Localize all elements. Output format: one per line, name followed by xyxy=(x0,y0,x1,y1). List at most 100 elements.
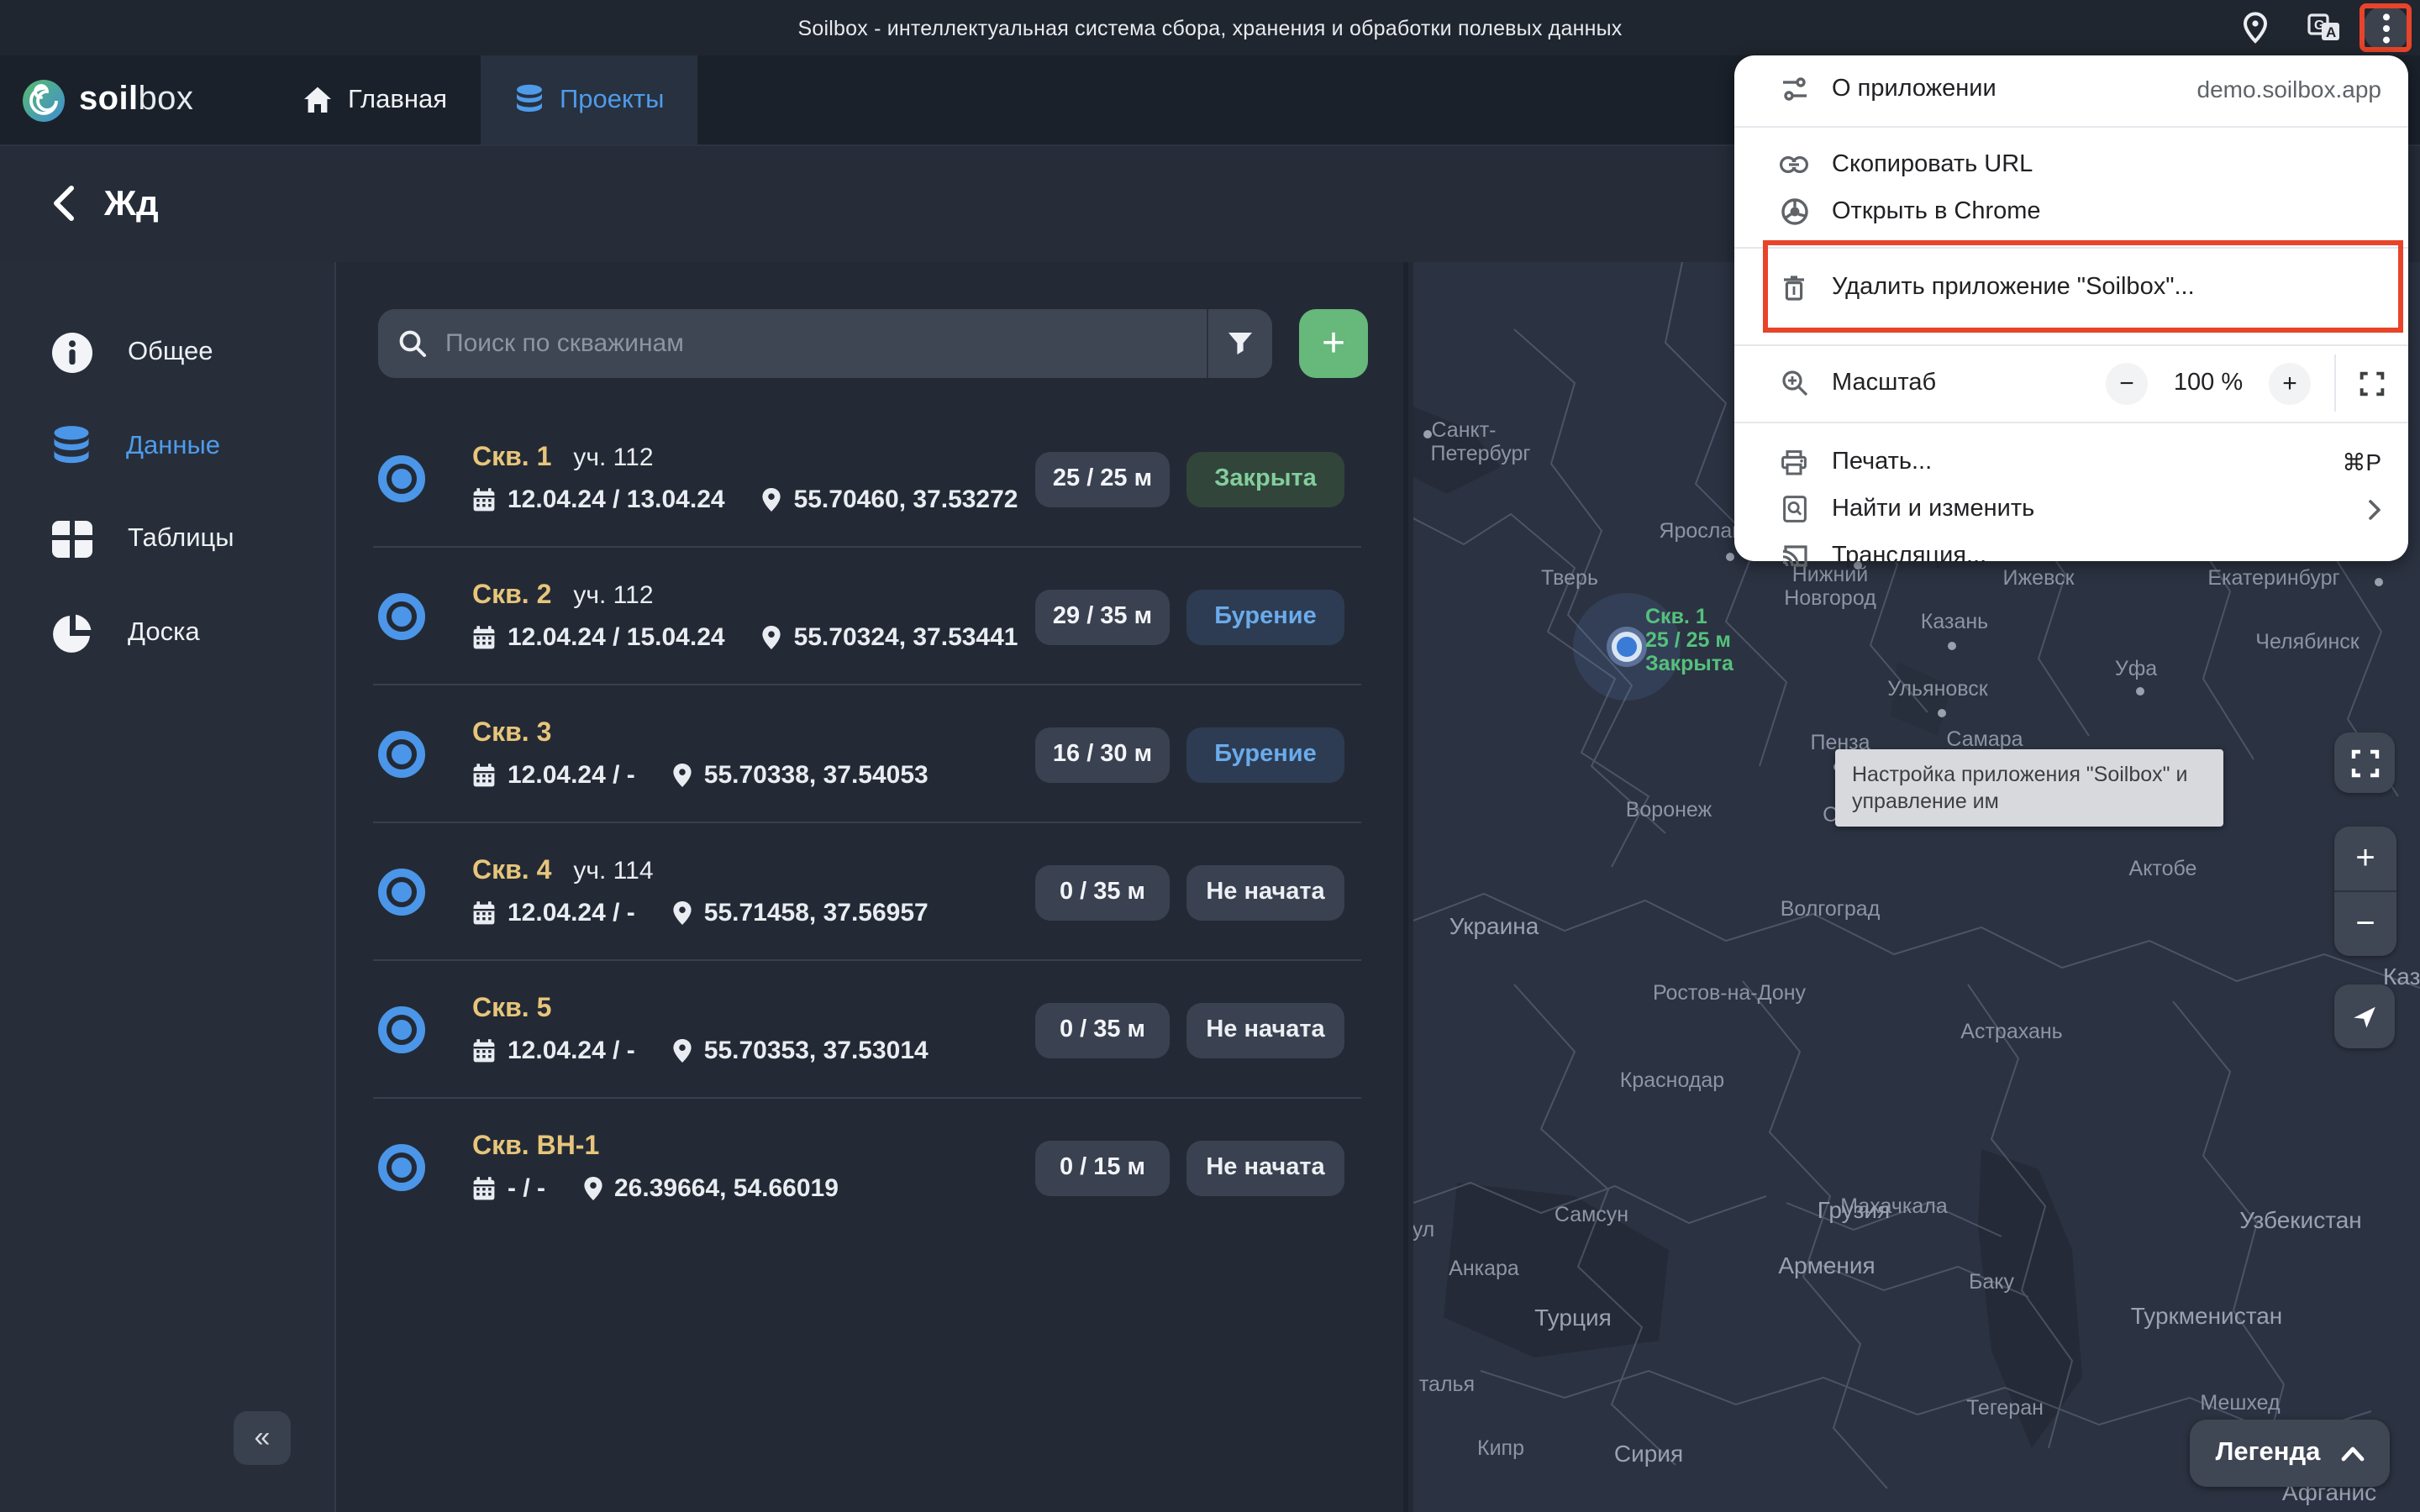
filter-button[interactable] xyxy=(1207,309,1272,378)
menu-item-about-app[interactable]: О приложении demo.soilbox.app xyxy=(1734,66,2408,113)
sidebar-item-data[interactable]: Данные xyxy=(0,408,334,486)
database-icon xyxy=(54,426,89,464)
nav-projects[interactable]: Проекты xyxy=(481,55,698,144)
menu-divider xyxy=(1734,422,2408,423)
well-row-Скв. 3[interactable]: Скв. 3 12.04.24 / - 55.70338, 37.54053 16 /… xyxy=(373,685,1361,823)
map-label-Каза: Каза xyxy=(2383,963,2420,990)
app-window: Soilbox - интеллектуальная система сбора… xyxy=(0,0,2420,1512)
map-label-Санкт-: Санкт- xyxy=(1431,418,1497,442)
map-city-dot xyxy=(1948,642,1956,650)
print-shortcut: ⌘P xyxy=(2342,448,2381,475)
well-row-Скв. 5[interactable]: Скв. 5 12.04.24 / - 55.70353, 37.53014 0 / … xyxy=(373,961,1361,1099)
location-pin-icon xyxy=(673,764,692,787)
home-icon xyxy=(304,87,331,113)
window-title: Soilbox - интеллектуальная система сбора… xyxy=(797,16,1623,39)
fullscreen-icon xyxy=(2350,748,2379,777)
map-locate-button[interactable] xyxy=(2334,984,2395,1048)
add-well-button[interactable]: + xyxy=(1299,309,1368,378)
map-label-талья: талья xyxy=(1418,1373,1476,1396)
sidebar-item-tables[interactable]: Таблицы xyxy=(0,501,334,578)
well-name: Скв. 5 xyxy=(472,995,552,1023)
map-zoom-out-button[interactable]: − xyxy=(2334,892,2396,956)
database-icon xyxy=(517,84,542,112)
map-label-Актобе: Актобе xyxy=(2128,857,2197,880)
map-legend-button[interactable]: Легенда xyxy=(2190,1420,2390,1487)
find-document-icon xyxy=(1780,496,1808,522)
submenu-chevron-icon xyxy=(2368,498,2381,520)
well-coords: 55.70338, 37.54053 xyxy=(703,761,929,790)
map-label-Воронеж: Воронеж xyxy=(1625,798,1712,822)
well-dates: 12.04.24 / - xyxy=(508,761,635,790)
well-name: Скв. 4 xyxy=(472,857,552,885)
link-icon xyxy=(1780,156,1808,173)
cast-icon xyxy=(1780,544,1808,568)
map-label-Уфа: Уфа xyxy=(2114,657,2158,680)
menu-item-print[interactable]: Печать... ⌘P xyxy=(1734,438,2408,486)
sidebar-item-general[interactable]: Общее xyxy=(0,314,334,391)
table-icon xyxy=(52,521,92,558)
well-meters-badge: 25 / 25 м xyxy=(1035,451,1170,507)
map-label-Волгоград: Волгоград xyxy=(1780,897,1881,921)
well-marker-icon xyxy=(378,455,425,502)
well-dates: 12.04.24 / 13.04.24 xyxy=(508,486,725,514)
well-meters-badge: 29 / 35 м xyxy=(1035,589,1170,644)
chrome-app-menu: О приложении demo.soilbox.app Скопироват… xyxy=(1734,55,2408,570)
translate-icon[interactable]: G A xyxy=(2302,0,2346,55)
map-label-Туркменистан: Туркменистан xyxy=(2130,1302,2283,1329)
well-site: уч. 112 xyxy=(573,444,654,472)
search-input[interactable] xyxy=(445,329,1207,358)
nav-home[interactable]: Главная xyxy=(269,55,481,144)
well-site: уч. 112 xyxy=(573,581,654,610)
well-marker-icon xyxy=(378,1006,425,1053)
funnel-icon xyxy=(1228,333,1252,354)
info-icon xyxy=(52,333,92,373)
well-row-Скв. 2[interactable]: Скв. 2 уч. 112 12.04.24 / 15.04.24 55.70324… xyxy=(373,548,1361,685)
well-meters-badge: 16 / 30 м xyxy=(1035,727,1170,782)
menu-item-copy-url[interactable]: Скопировать URL xyxy=(1734,141,2408,188)
menu-item-open-in-chrome[interactable]: Открыть в Chrome xyxy=(1734,188,2408,235)
map-city-dot xyxy=(2136,687,2144,696)
wells-panel: + Скв. 1 уч. 112 12.04.24 / 13.04.24 55.704… xyxy=(336,262,1408,1512)
map-label-Баку: Баку xyxy=(1968,1270,2015,1294)
menu-item-cast[interactable]: Трансляция... xyxy=(1734,533,2408,580)
calendar-icon xyxy=(473,901,495,925)
map-marker-well1[interactable] xyxy=(1612,632,1642,662)
map-label-Казань: Казань xyxy=(1920,610,1989,633)
well-marker-icon xyxy=(378,731,425,778)
sidebar-item-board[interactable]: Доска xyxy=(0,595,334,672)
sidebar-collapse-button[interactable]: « xyxy=(234,1411,291,1465)
well-status-badge: Бурение xyxy=(1186,589,1344,644)
zoom-magnifier-icon xyxy=(1780,370,1808,396)
well-coords: 55.70324, 37.53441 xyxy=(793,623,1018,652)
well-status-badge: Закрыта xyxy=(1186,451,1344,507)
well-site: уч. 114 xyxy=(573,857,654,885)
soilbox-logo-icon xyxy=(23,79,65,121)
back-button[interactable] xyxy=(40,180,87,227)
calendar-icon xyxy=(473,764,495,787)
page-title: Жд xyxy=(104,184,159,223)
map-label-Новгород: Новгород xyxy=(1784,586,1876,610)
location-pin-icon[interactable] xyxy=(2235,0,2275,55)
map-label-Грузия: Грузия xyxy=(1817,1196,1891,1223)
map-fullscreen-button[interactable] xyxy=(2334,732,2395,793)
browser-fullscreen-button[interactable] xyxy=(2360,370,2385,396)
map-label-Челябинск: Челябинск xyxy=(2255,630,2360,654)
zoom-in-button[interactable]: + xyxy=(2269,362,2311,404)
well-coords: 55.70460, 37.53272 xyxy=(793,486,1018,514)
location-pin-icon xyxy=(583,1177,602,1200)
well-meters-badge: 0 / 35 м xyxy=(1035,864,1170,920)
zoom-out-button[interactable]: − xyxy=(2106,362,2148,404)
printer-icon xyxy=(1780,449,1808,475)
well-row-Скв. 4[interactable]: Скв. 4 уч. 114 12.04.24 / - 55.71458, 37.56… xyxy=(373,823,1361,961)
well-dates: - / - xyxy=(508,1174,545,1203)
map-city-dot xyxy=(1726,553,1734,561)
well-status-badge: Бурение xyxy=(1186,727,1344,782)
menu-item-find-and-edit[interactable]: Найти и изменить xyxy=(1734,486,2408,533)
chevron-up-icon xyxy=(2341,1446,2364,1461)
map-label-Самара: Самара xyxy=(1946,727,2023,751)
map-zoom-in-button[interactable]: + xyxy=(2334,827,2396,892)
chrome-icon xyxy=(1780,198,1808,225)
well-row-Скв. 1[interactable]: Скв. 1 уч. 112 12.04.24 / 13.04.24 55.70460… xyxy=(373,410,1361,548)
calendar-icon xyxy=(473,1039,495,1063)
well-row-Скв. ВН-1[interactable]: Скв. ВН-1 - / - 26.39664, 54.66019 0 / 15 м… xyxy=(378,1099,1344,1236)
